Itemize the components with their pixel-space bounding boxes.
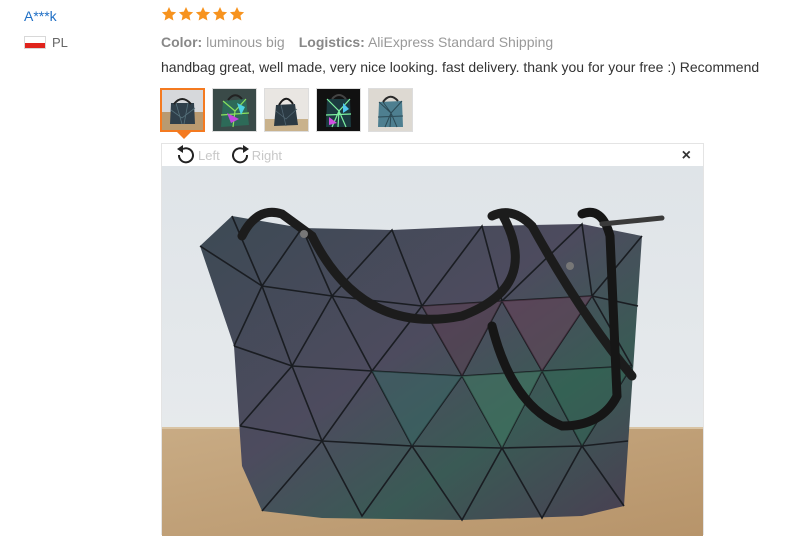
rotate-right-label: Right xyxy=(251,147,283,163)
review-content: Color: luminous big Logistics: AliExpres… xyxy=(161,6,791,75)
star-rating xyxy=(161,6,791,26)
rotate-right-button[interactable]: Right xyxy=(228,145,282,165)
logistics-info: Logistics: AliExpress Standard Shipping xyxy=(299,34,553,50)
review-text: handbag great, well made, very nice look… xyxy=(161,59,760,75)
review-photo-thumbnail[interactable] xyxy=(316,88,361,132)
order-details: Color: luminous big Logistics: AliExpres… xyxy=(161,34,791,50)
reviewer-country: PL xyxy=(24,35,68,50)
rotate-right-icon xyxy=(231,145,249,164)
star-icon xyxy=(229,6,245,22)
photo-viewer-toolbar: Left Right × xyxy=(162,144,703,166)
active-thumbnail-pointer xyxy=(177,132,191,139)
star-icon xyxy=(212,6,228,22)
star-icon xyxy=(195,6,211,22)
review-photo-thumbnail[interactable] xyxy=(212,88,257,132)
country-code: PL xyxy=(52,35,68,50)
review-photo-thumbnail[interactable] xyxy=(264,88,309,132)
close-icon[interactable]: × xyxy=(682,147,691,165)
logistics-value: AliExpress Standard Shipping xyxy=(367,34,554,50)
rotate-left-icon xyxy=(177,145,194,164)
reviewer-name[interactable]: A***k xyxy=(24,8,68,24)
poland-flag-icon xyxy=(24,36,46,49)
rotate-left-button[interactable]: Left xyxy=(174,145,220,165)
rotate-left-label: Left xyxy=(198,147,220,163)
review-photo-thumbnails xyxy=(160,88,413,132)
review-photo-thumbnail[interactable] xyxy=(160,88,205,132)
reviewer-info: A***k PL xyxy=(24,8,68,50)
logistics-label: Logistics: xyxy=(298,34,365,50)
star-icon xyxy=(161,6,177,22)
review-photo-large xyxy=(162,166,703,536)
review-photo-thumbnail[interactable] xyxy=(368,88,413,132)
color-value: luminous big xyxy=(206,34,285,50)
star-icon xyxy=(178,6,194,22)
color-info: Color: luminous big xyxy=(161,34,285,50)
color-label: Color: xyxy=(161,34,203,50)
photo-viewer: Left Right × xyxy=(161,143,704,536)
